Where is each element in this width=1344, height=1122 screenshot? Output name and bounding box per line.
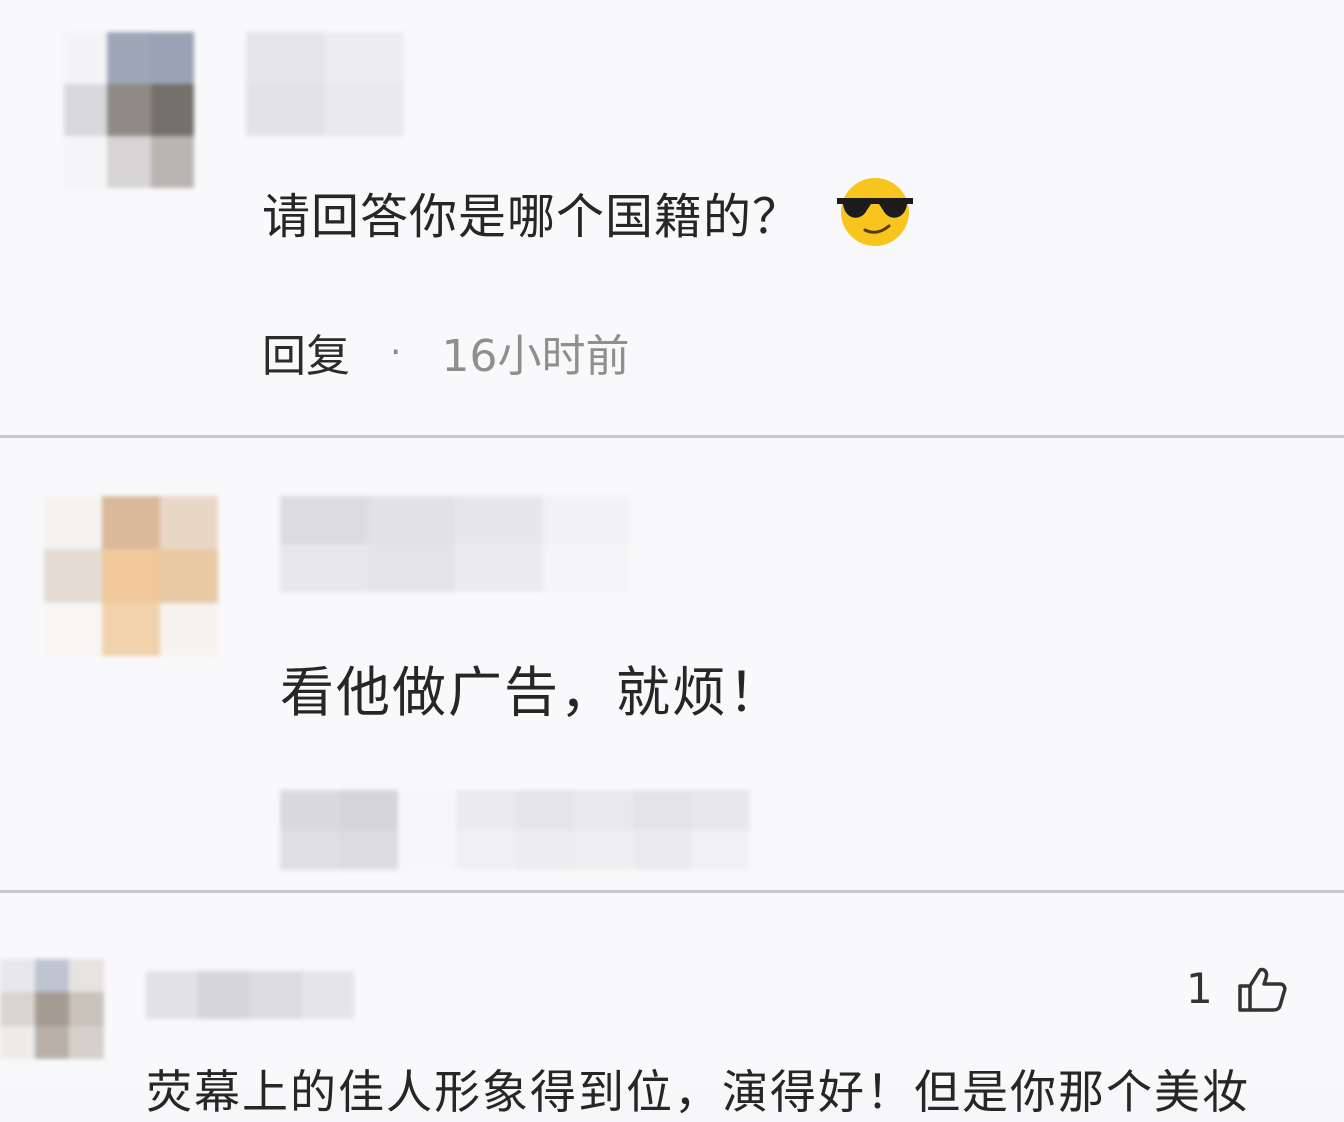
comment-text: 荧幕上的佳人形象得到位，演得好！但是你那个美妆 [146, 1065, 1250, 1119]
avatar[interactable] [0, 959, 104, 1059]
sunglasses-emoji-icon [833, 176, 917, 248]
comment-meta [280, 790, 750, 870]
separator-dot: · [390, 331, 402, 373]
comment-actions: 回复 · 16小时前 [262, 320, 629, 384]
username[interactable] [246, 32, 404, 136]
like-count: 1 [1186, 964, 1213, 1013]
comment-item: 请回答你是哪个国籍的？ 回复 · 16小时前 [0, 0, 1344, 435]
comment-text: 看他做广告，就烦！ [280, 661, 784, 724]
comment-text-content: 请回答你是哪个国籍的？ [262, 189, 802, 245]
comment-text: 请回答你是哪个国籍的？ [262, 176, 917, 248]
timestamp: 16小时前 [441, 331, 630, 382]
reply-button[interactable]: 回复 [262, 320, 350, 384]
avatar[interactable] [44, 496, 218, 656]
username[interactable] [146, 971, 354, 1019]
comment-item: 看他做广告，就烦！ [0, 438, 1344, 890]
thumbs-up-icon[interactable] [1236, 966, 1288, 1014]
avatar[interactable] [64, 32, 194, 188]
username[interactable] [280, 496, 630, 592]
